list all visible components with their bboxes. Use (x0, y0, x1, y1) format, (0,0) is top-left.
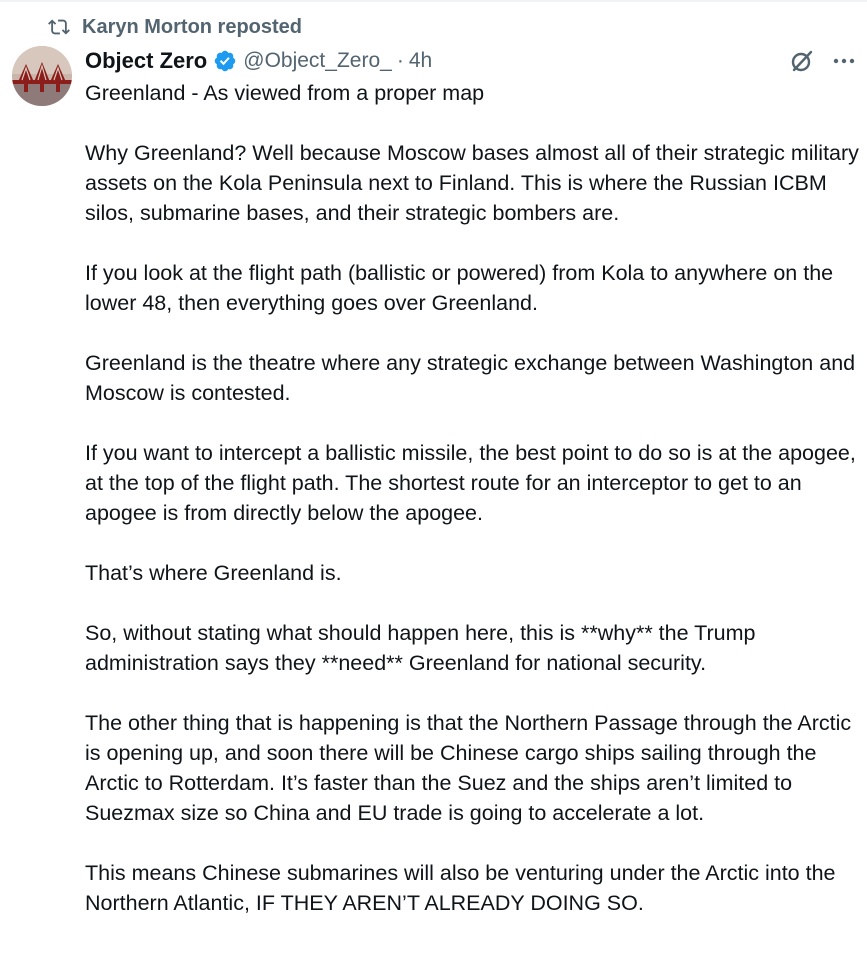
post-paragraph: Greenland - As viewed from a proper map (85, 81, 485, 105)
header-actions (789, 46, 857, 76)
post-paragraph: So, without stating what should happen h… (85, 621, 756, 675)
author-name[interactable]: Object Zero (85, 48, 207, 74)
post-paragraph: This means Chinese submarines will also … (85, 861, 836, 915)
repost-indicator[interactable]: Karyn Morton reposted (48, 12, 302, 42)
repost-icon (48, 19, 70, 35)
post-header: Object Zero @Object_Zero_ · 4h (85, 46, 855, 76)
top-divider (0, 0, 867, 2)
verified-badge-icon (214, 50, 236, 72)
post-paragraph: Why Greenland? Well because Moscow bases… (85, 141, 859, 225)
separator-dot: · (396, 49, 404, 72)
post-paragraph: Greenland is the theatre where any strat… (85, 351, 856, 405)
author-avatar[interactable] (12, 46, 72, 106)
repost-label: Karyn Morton reposted (82, 15, 303, 38)
post-paragraph: That’s where Greenland is. (85, 561, 342, 585)
more-icon[interactable] (831, 48, 857, 74)
post-text: Greenland - As viewed from a proper map … (85, 78, 860, 948)
avatar-bridge-image (12, 46, 72, 106)
author-handle[interactable]: @Object_Zero_ (243, 49, 392, 73)
post-paragraph: If you look at the flight path (ballisti… (85, 261, 834, 315)
post-paragraph: If you want to intercept a ballistic mis… (85, 441, 856, 525)
post-timestamp[interactable]: 4h (409, 49, 432, 73)
post-paragraph: The other thing that is happening is tha… (85, 711, 852, 825)
grok-icon[interactable] (789, 48, 815, 74)
